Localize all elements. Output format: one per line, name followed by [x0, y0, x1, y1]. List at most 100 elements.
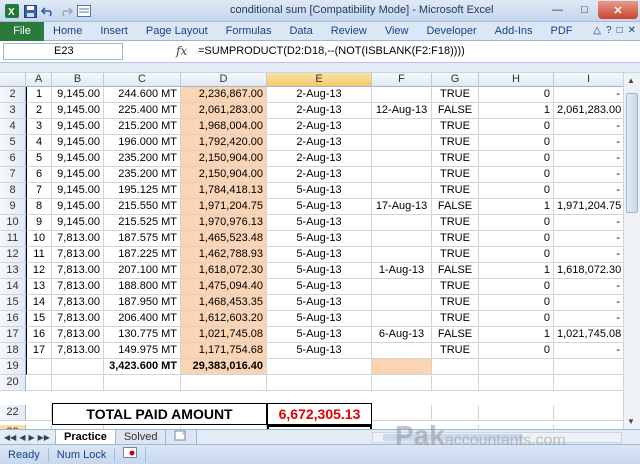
cell-serial[interactable]: 11 [26, 247, 52, 263]
cell-amount[interactable]: 1,612,603.20 [181, 311, 267, 327]
close-button[interactable]: ✕ [598, 1, 638, 19]
excel-icon[interactable]: X [4, 3, 20, 19]
help-icon[interactable]: ? [606, 25, 612, 36]
cell-serial[interactable]: 9 [26, 215, 52, 231]
cell-invoice-date[interactable]: 2-Aug-13 [267, 87, 372, 103]
cell-rate[interactable]: 7,813.00 [52, 311, 104, 327]
cell-paid-date[interactable] [372, 231, 432, 247]
cell-paid-amount[interactable]: 1,021,745.08 [554, 327, 623, 343]
cell-invoice-date[interactable]: 5-Aug-13 [267, 199, 372, 215]
cell-serial[interactable]: 14 [26, 295, 52, 311]
cell-invoice-date[interactable]: 5-Aug-13 [267, 247, 372, 263]
row-header[interactable]: 18 [0, 343, 26, 359]
cell-isblank[interactable]: TRUE [432, 215, 479, 231]
row-header[interactable]: 6 [0, 151, 26, 167]
cell-isblank[interactable]: TRUE [432, 247, 479, 263]
cell-f[interactable] [372, 405, 432, 421]
cell-isblank[interactable]: TRUE [432, 151, 479, 167]
cell-paid-date[interactable] [372, 343, 432, 359]
cell-rate[interactable]: 7,813.00 [52, 247, 104, 263]
cell-invoice-date[interactable]: 5-Aug-13 [267, 295, 372, 311]
minimize-button[interactable]: — [544, 1, 571, 19]
cell-isblank[interactable]: FALSE [432, 199, 479, 215]
save-icon[interactable] [22, 3, 38, 19]
cell-h[interactable] [479, 359, 554, 375]
cell-flag[interactable]: 1 [479, 199, 554, 215]
cell-rate[interactable]: 9,145.00 [52, 87, 104, 103]
cell-paid-amount[interactable]: - [554, 311, 623, 327]
cell-empty[interactable] [267, 359, 372, 375]
cell-invoice-date[interactable]: 5-Aug-13 [267, 279, 372, 295]
cell-invoice-date[interactable]: 5-Aug-13 [267, 327, 372, 343]
column-header-c[interactable]: C [104, 73, 181, 87]
cell-paid-date[interactable] [372, 183, 432, 199]
select-all-corner[interactable] [0, 73, 26, 87]
cell-paid-date[interactable]: 12-Aug-13 [372, 103, 432, 119]
scroll-up-icon[interactable]: ▲ [627, 76, 635, 85]
cell-amount[interactable]: 1,021,745.08 [181, 327, 267, 343]
cell-paid-date[interactable] [372, 247, 432, 263]
cell-paid-amount[interactable]: - [554, 183, 623, 199]
cell-paid-date[interactable] [372, 215, 432, 231]
cell-rate[interactable]: 9,145.00 [52, 183, 104, 199]
cell-flag[interactable]: 1 [479, 263, 554, 279]
cell-isblank[interactable]: TRUE [432, 231, 479, 247]
spreadsheet-grid[interactable]: ABCDEFGHI 2 1 9,145.00 244.600 MT 2,236,867.… [0, 73, 623, 429]
cell-amount[interactable]: 1,784,418.13 [181, 183, 267, 199]
total-quantity[interactable]: 3,423.600 MT [104, 359, 181, 375]
cell-serial[interactable]: 3 [26, 119, 52, 135]
row-header[interactable]: 11 [0, 231, 26, 247]
sheet-tab-solved[interactable]: Solved [114, 429, 167, 445]
cell-amount[interactable]: 1,468,453.35 [181, 295, 267, 311]
total-amount[interactable]: 29,383,016.40 [181, 359, 267, 375]
row-header[interactable]: 14 [0, 279, 26, 295]
row-header[interactable]: 20 [0, 375, 26, 391]
cell-flag[interactable]: 1 [479, 103, 554, 119]
cell-invoice-date[interactable]: 5-Aug-13 [267, 263, 372, 279]
cell-paid-date[interactable] [372, 135, 432, 151]
last-sheet-icon[interactable]: ▶▶ [38, 433, 50, 442]
cell-i[interactable] [554, 375, 623, 391]
row-header[interactable]: 9 [0, 199, 26, 215]
cell-flag[interactable]: 0 [479, 183, 554, 199]
cell-invoice-date[interactable]: 2-Aug-13 [267, 135, 372, 151]
cell-i[interactable] [554, 405, 623, 421]
redo-icon[interactable] [58, 3, 74, 19]
formula-input[interactable]: =SUMPRODUCT(D2:D18,--(NOT(ISBLANK(F2:F18… [198, 45, 465, 57]
row-header[interactable]: 19 [0, 359, 26, 375]
tab-add-ins[interactable]: Add-Ins [486, 25, 542, 37]
cell-quantity[interactable]: 188.800 MT [104, 279, 181, 295]
undo-icon[interactable] [40, 3, 56, 19]
tab-page-layout[interactable]: Page Layout [137, 25, 217, 37]
cell-isblank[interactable]: FALSE [432, 327, 479, 343]
cell-flag[interactable]: 1 [479, 327, 554, 343]
cell-rate[interactable]: 7,813.00 [52, 343, 104, 359]
cell-invoice-date[interactable]: 2-Aug-13 [267, 119, 372, 135]
cell-a[interactable] [26, 375, 52, 391]
row-header[interactable]: 22 [0, 405, 26, 421]
cell-rate[interactable]: 9,145.00 [52, 135, 104, 151]
cell-paid-amount[interactable]: 1,618,072.30 [554, 263, 623, 279]
cell-invoice-date[interactable]: 5-Aug-13 [267, 215, 372, 231]
cell-invoice-date[interactable]: 2-Aug-13 [267, 103, 372, 119]
cell-quantity[interactable]: 187.225 MT [104, 247, 181, 263]
row-header[interactable]: 8 [0, 183, 26, 199]
cell-empty[interactable] [372, 359, 432, 375]
prev-sheet-icon[interactable]: ◀ [19, 433, 25, 442]
cell-quantity[interactable]: 187.950 MT [104, 295, 181, 311]
cell-quantity[interactable]: 195.125 MT [104, 183, 181, 199]
row-header[interactable]: 10 [0, 215, 26, 231]
cell-rate[interactable]: 9,145.00 [52, 119, 104, 135]
row-header[interactable]: 4 [0, 119, 26, 135]
column-header-h[interactable]: H [479, 73, 554, 87]
cell-amount[interactable]: 1,465,523.48 [181, 231, 267, 247]
cell-rate[interactable]: 9,145.00 [52, 199, 104, 215]
cell-serial[interactable]: 15 [26, 311, 52, 327]
first-sheet-icon[interactable]: ◀◀ [4, 433, 16, 442]
cell-invoice-date[interactable]: 5-Aug-13 [267, 183, 372, 199]
cell-flag[interactable]: 0 [479, 135, 554, 151]
cell-isblank[interactable]: TRUE [432, 167, 479, 183]
cell-serial[interactable]: 16 [26, 327, 52, 343]
row-header[interactable]: 15 [0, 295, 26, 311]
cell-g[interactable] [432, 405, 479, 421]
